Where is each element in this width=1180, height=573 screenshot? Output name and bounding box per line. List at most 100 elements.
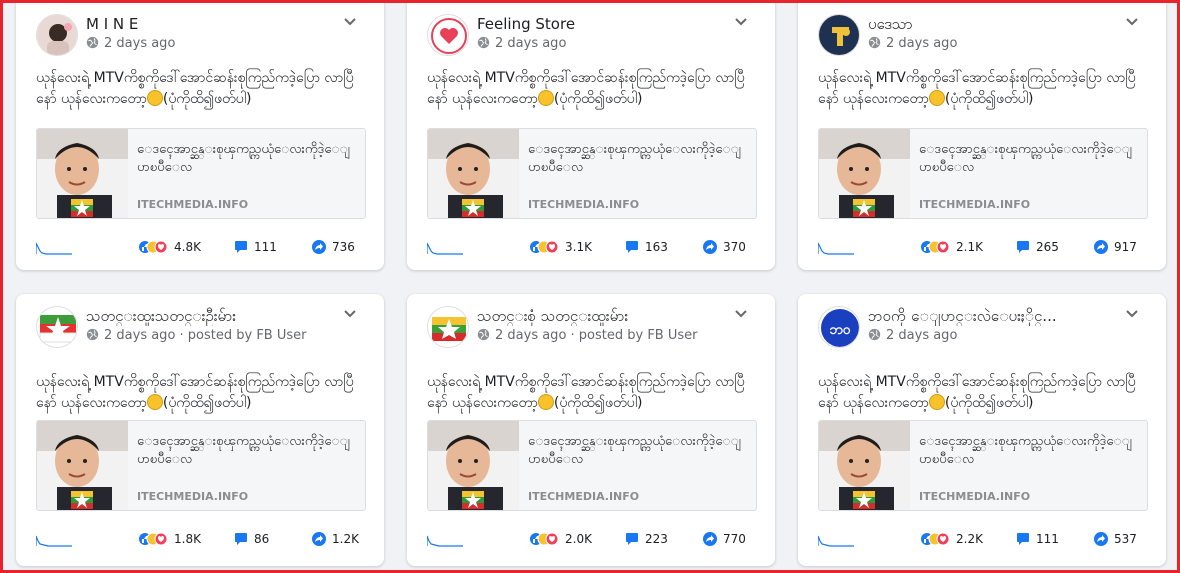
link-thumbnail[interactable] bbox=[819, 421, 910, 510]
link-title[interactable]: ေဒၚေအာင္ဆန္းစုၾကည္ကယုံေလးကိုဒဲ့ေျပာၿပီေလ bbox=[919, 141, 1139, 177]
post-card[interactable]: M I N E 2 days ago ယုန်လေးရဲ့ MTVကိစ္စကိ… bbox=[16, 0, 384, 270]
post-message-tail: (ပုံကိုထိ၍ဖတ်ပါ) bbox=[944, 395, 1034, 411]
comments-value: 163 bbox=[645, 240, 668, 254]
shares-value: 770 bbox=[723, 532, 746, 546]
post-message-tail: (ပုံကိုထိ၍ဖတ်ပါ) bbox=[553, 91, 643, 107]
link-title[interactable]: ေဒၚေအာင္ဆန္းစုၾကည္ကယုံေလးကိုဒဲ့ေျပာၿပီေလ bbox=[528, 433, 748, 469]
link-preview[interactable]: ေဒၚေအာင္ဆန္းစုၾကည္ကယုံေလးကိုဒဲ့ေျပာၿပီေလ… bbox=[36, 128, 366, 219]
post-message-tail: (ပုံကိုထိ၍ဖတ်ပါ) bbox=[162, 395, 252, 411]
reactions-count[interactable]: 2.0K bbox=[529, 529, 592, 549]
reactions-icon bbox=[921, 240, 950, 254]
page-name[interactable]: M I N E bbox=[86, 14, 138, 34]
shares-value: 917 bbox=[1114, 240, 1137, 254]
post-header: ပဒေသာ 2 days ago bbox=[818, 14, 1152, 60]
post-stats: 2.1K 265 917 bbox=[818, 237, 1152, 257]
shares-count[interactable]: 537 bbox=[1094, 529, 1137, 549]
reactions-count[interactable]: 2.1K bbox=[920, 237, 983, 257]
reactions-count[interactable]: 2.2K bbox=[920, 529, 983, 549]
chevron-down-icon[interactable] bbox=[735, 18, 747, 26]
link-thumbnail[interactable] bbox=[428, 129, 519, 218]
reactions-count[interactable]: 1.8K bbox=[138, 529, 201, 549]
chevron-down-icon[interactable] bbox=[735, 310, 747, 318]
comments-count[interactable]: 86 bbox=[234, 529, 269, 549]
link-preview[interactable]: ေဒၚေအာင္ဆန္းစုၾကည္ကယုံေလးကိုဒဲ့ေျပာၿပီေလ… bbox=[818, 128, 1148, 219]
link-title[interactable]: ေဒၚေအာင္ဆန္းစုၾကည္ကယုံေလးကိုဒဲ့ေျပာၿပီေလ bbox=[137, 433, 357, 469]
page-avatar[interactable] bbox=[36, 14, 78, 56]
post-card[interactable]: ပဒေသာ 2 days ago ယုန်လေးရဲ့ MTVကိစ္စကိုဒ… bbox=[798, 0, 1166, 270]
post-card[interactable]: သတင္းစုံ သတင္းထူးမ်ား 2 days ago · poste… bbox=[407, 294, 775, 566]
post-card[interactable]: Feeling Store 2 days ago ယုန်လေးရဲ့ MTVက… bbox=[407, 0, 775, 270]
comments-count[interactable]: 265 bbox=[1016, 237, 1059, 257]
post-header: ဘဝ ဘ၀ကို ေျပာင္းလဲေပးႏိုင္... 2 days ago bbox=[818, 306, 1152, 352]
post-stats: 4.8K 111 736 bbox=[36, 237, 370, 257]
link-domain: ITECHMEDIA.INFO bbox=[528, 198, 640, 211]
comments-value: 111 bbox=[1036, 532, 1059, 546]
shares-value: 1.2K bbox=[332, 532, 359, 546]
post-message: ယုန်လေးရဲ့ MTVကိစ္စကိုဒေါ်အောင်ဆန်းစုကြည… bbox=[36, 372, 372, 414]
link-thumbnail[interactable] bbox=[428, 421, 519, 510]
link-preview[interactable]: ေဒၚေအာင္ဆန္းစုၾကည္ကယုံေလးကိုဒဲ့ေျပာၿပီေလ… bbox=[36, 420, 366, 511]
reactions-icon bbox=[530, 240, 559, 254]
post-card[interactable]: သတင္းထူးသတင္းဦးမ်ား 2 days ago · posted … bbox=[16, 294, 384, 566]
link-title[interactable]: ေဒၚေအာင္ဆန္းစုၾကည္ကယုံေလးကိုဒဲ့ေျပာၿပီေလ bbox=[137, 141, 357, 177]
shares-count[interactable]: 370 bbox=[703, 237, 746, 257]
link-title[interactable]: ေဒၚေအာင္ဆန္းစုၾကည္ကယုံေလးကိုဒဲ့ေျပာၿပီေလ bbox=[919, 433, 1139, 469]
chevron-down-icon[interactable] bbox=[1126, 310, 1138, 318]
page-avatar[interactable] bbox=[427, 306, 469, 348]
shares-value: 736 bbox=[332, 240, 355, 254]
chevron-down-icon[interactable] bbox=[1126, 18, 1138, 26]
scream-emoji-icon bbox=[928, 90, 945, 106]
page-name[interactable]: Feeling Store bbox=[477, 14, 575, 34]
reactions-value: 2.0K bbox=[565, 532, 592, 546]
sparkline-icon bbox=[427, 242, 463, 255]
page-name[interactable]: သတင္းစုံ သတင္းထူးမ်ား bbox=[477, 306, 628, 326]
scream-emoji-icon bbox=[537, 394, 554, 410]
page-avatar[interactable]: ဘဝ bbox=[818, 306, 860, 348]
comment-icon bbox=[626, 241, 638, 253]
comments-count[interactable]: 163 bbox=[625, 237, 668, 257]
comments-value: 265 bbox=[1036, 240, 1059, 254]
scream-emoji-icon bbox=[537, 90, 554, 106]
reactions-count[interactable]: 4.8K bbox=[138, 237, 201, 257]
shares-count[interactable]: 917 bbox=[1094, 237, 1137, 257]
link-preview[interactable]: ေဒၚေအာင္ဆန္းစုၾကည္ကယုံေလးကိုဒဲ့ေျပာၿပီေလ… bbox=[818, 420, 1148, 511]
post-message: ယုန်လေးရဲ့ MTVကိစ္စကိုဒေါ်အောင်ဆန်းစုကြည… bbox=[818, 372, 1154, 414]
post-stats: 3.1K 163 370 bbox=[427, 237, 761, 257]
link-thumbnail[interactable] bbox=[37, 421, 128, 510]
post-message-tail: (ပုံကိုထိ၍ဖတ်ပါ) bbox=[162, 91, 252, 107]
page-name[interactable]: သတင္းထူးသတင္းဦးမ်ား bbox=[86, 306, 236, 326]
shares-count[interactable]: 736 bbox=[312, 237, 355, 257]
link-thumbnail[interactable] bbox=[37, 129, 128, 218]
post-header: သတင္းစုံ သတင္းထူးမ်ား 2 days ago · poste… bbox=[427, 306, 761, 352]
share-icon bbox=[312, 532, 326, 546]
post-meta: 2 days ago bbox=[477, 35, 566, 53]
chevron-down-icon[interactable] bbox=[344, 310, 356, 318]
globe-icon bbox=[477, 36, 490, 49]
link-preview[interactable]: ေဒၚေအာင္ဆန္းစုၾကည္ကယုံေလးကိုဒဲ့ေျပာၿပီေလ… bbox=[427, 420, 757, 511]
share-icon bbox=[312, 240, 326, 254]
link-preview[interactable]: ေဒၚေအာင္ဆန္းစုၾကည္ကယုံေလးကိုဒဲ့ေျပာၿပီေလ… bbox=[427, 128, 757, 219]
post-meta: 2 days ago bbox=[868, 35, 957, 53]
chevron-down-icon[interactable] bbox=[344, 18, 356, 26]
page-avatar[interactable] bbox=[427, 14, 469, 56]
link-thumbnail[interactable] bbox=[819, 129, 910, 218]
page-name[interactable]: ဘ၀ကို ေျပာင္းလဲေပးႏိုင္... bbox=[868, 306, 1057, 326]
globe-icon bbox=[86, 36, 99, 49]
scream-emoji-icon bbox=[928, 394, 945, 410]
comments-count[interactable]: 111 bbox=[234, 237, 277, 257]
shares-count[interactable]: 770 bbox=[703, 529, 746, 549]
comments-count[interactable]: 223 bbox=[625, 529, 668, 549]
shares-count[interactable]: 1.2K bbox=[312, 529, 359, 549]
post-stats: 1.8K 86 1.2K bbox=[36, 529, 370, 549]
page-name[interactable]: ပဒေသာ bbox=[868, 14, 913, 34]
page-avatar[interactable] bbox=[818, 14, 860, 56]
link-title[interactable]: ေဒၚေအာင္ဆန္းစုၾကည္ကယုံေလးကိုဒဲ့ေျပာၿပီေလ bbox=[528, 141, 748, 177]
globe-icon bbox=[868, 36, 881, 49]
comments-count[interactable]: 111 bbox=[1016, 529, 1059, 549]
post-message: ယုန်လေးရဲ့ MTVကိစ္စကိုဒေါ်အောင်ဆန်းစုကြည… bbox=[818, 68, 1154, 110]
page-avatar[interactable] bbox=[36, 306, 78, 348]
globe-icon bbox=[86, 328, 99, 341]
post-card[interactable]: ဘဝ ဘ၀ကို ေျပာင္းလဲေပးႏိုင္... 2 days ago… bbox=[798, 294, 1166, 566]
reactions-count[interactable]: 3.1K bbox=[529, 237, 592, 257]
post-message-tail: (ပုံကိုထိ၍ဖတ်ပါ) bbox=[944, 91, 1034, 107]
